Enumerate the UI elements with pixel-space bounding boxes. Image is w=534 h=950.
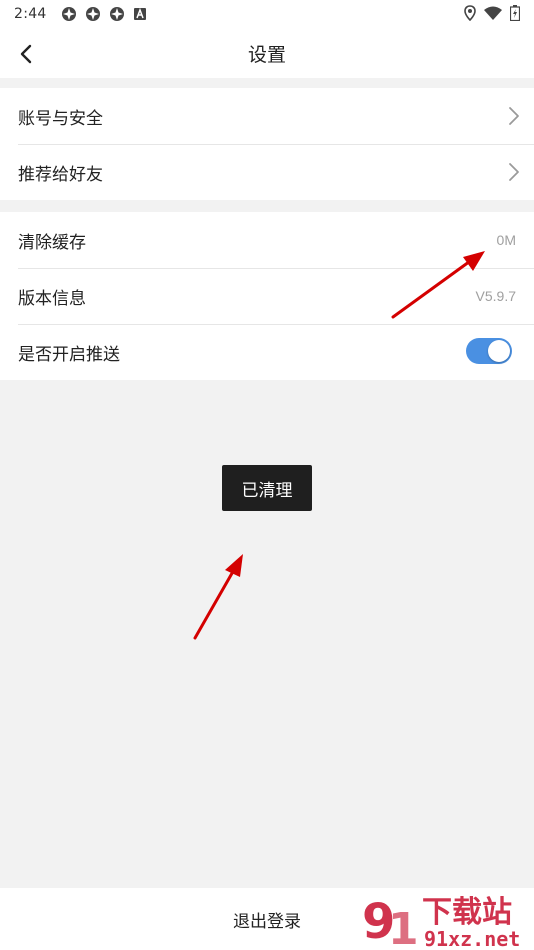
status-right-icons bbox=[464, 5, 520, 21]
chevron-right-icon bbox=[509, 107, 519, 125]
app-header: 设置 bbox=[0, 28, 534, 78]
status-time: 2:44 bbox=[14, 6, 47, 22]
status-bar: 2:44 bbox=[0, 0, 534, 28]
settings-item-recommend-friends[interactable]: 推荐给好友 bbox=[0, 144, 534, 200]
page-title: 设置 bbox=[247, 44, 286, 66]
settings-item-label: 推荐给好友 bbox=[18, 164, 103, 185]
settings-item-label: 账号与安全 bbox=[18, 108, 103, 129]
location-icon bbox=[464, 5, 476, 21]
status-left-icons bbox=[61, 6, 147, 22]
accessibility-icon bbox=[133, 7, 146, 20]
annotation-arrow-icon bbox=[193, 554, 243, 640]
toggle-knob bbox=[488, 340, 510, 362]
settings-item-label: 清除缓存 bbox=[18, 232, 86, 253]
cache-size-value: 0M bbox=[496, 232, 516, 248]
settings-item-push: 是否开启推送 bbox=[0, 324, 534, 380]
settings-item-account-security[interactable]: 账号与安全 bbox=[0, 88, 534, 144]
settings-item-version: 版本信息 V5.9.7 bbox=[0, 268, 534, 324]
app-notification-icon bbox=[85, 7, 100, 21]
settings-item-clear-cache[interactable]: 清除缓存 0M bbox=[0, 212, 534, 268]
app-notification-icon bbox=[61, 7, 76, 21]
push-toggle[interactable] bbox=[466, 338, 512, 364]
battery-icon bbox=[510, 5, 520, 21]
wifi-icon bbox=[484, 6, 502, 20]
app-notification-icon bbox=[109, 7, 124, 21]
toast-message: 已清理 bbox=[222, 465, 312, 511]
system-settings-group: 清除缓存 0M 版本信息 V5.9.7 是否开启推送 bbox=[0, 212, 534, 380]
settings-item-label: 版本信息 bbox=[18, 288, 86, 309]
settings-item-label: 是否开启推送 bbox=[18, 344, 120, 365]
chevron-right-icon bbox=[509, 163, 519, 181]
account-settings-group: 账号与安全 推荐给好友 bbox=[0, 88, 534, 200]
version-value: V5.9.7 bbox=[475, 288, 516, 304]
logout-button[interactable]: 退出登录 bbox=[0, 888, 534, 950]
